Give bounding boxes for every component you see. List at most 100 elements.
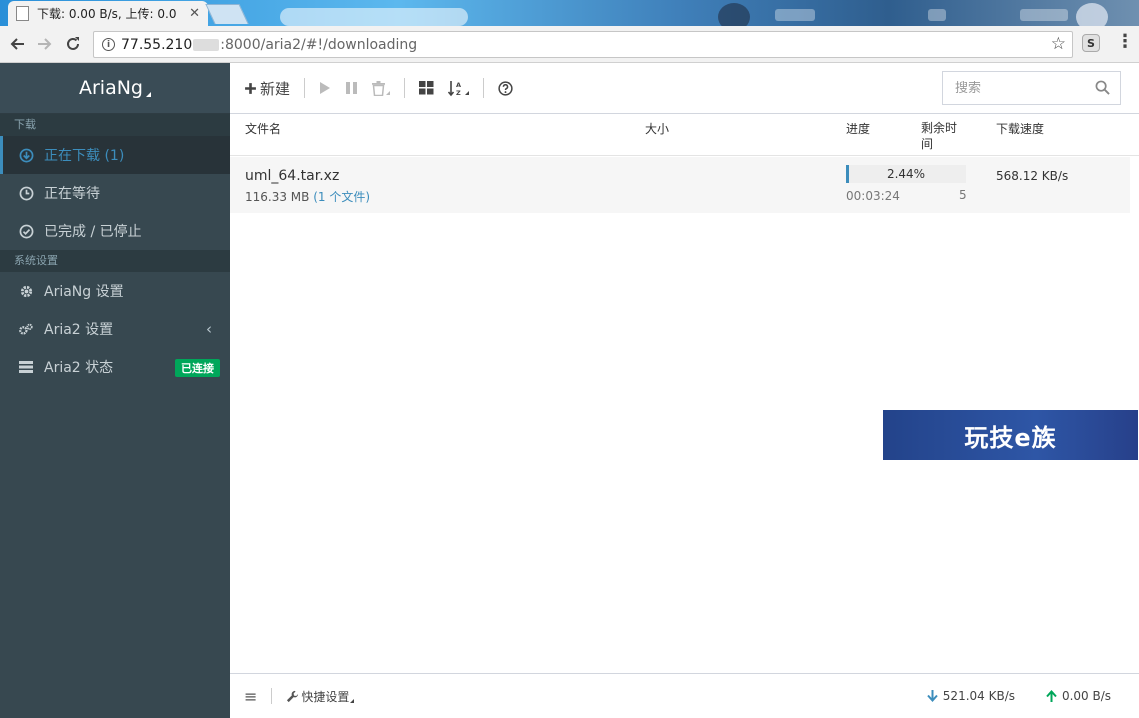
task-progress-bar: 2.44%	[846, 165, 966, 183]
sidebar-item-downloading[interactable]: 正在下载 (1)	[0, 136, 230, 174]
toolbar-divider	[483, 78, 485, 98]
sidebar: AriaNg 下载 正在下载 (1) 正在等待 已完成 / 已停止 系统设置 A…	[0, 63, 230, 718]
help-button[interactable]	[498, 80, 513, 96]
sidebar-item-label: Aria2 设置	[44, 322, 114, 338]
browser-tab[interactable]: 下载: 0.00 B/s, 上传: 0.0 ✕	[8, 1, 208, 26]
select-all-button[interactable]	[419, 81, 434, 95]
browser-tab-bar: 下载: 0.00 B/s, 上传: 0.0 ✕	[0, 0, 1139, 26]
sidebar-item-aria2-status[interactable]: Aria2 状态 已连接	[0, 348, 230, 386]
column-header-size[interactable]: 大小	[645, 120, 669, 137]
sidebar-item-ariang-settings[interactable]: AriaNg 设置	[0, 272, 230, 310]
search-box	[942, 71, 1121, 105]
footer-divider	[271, 688, 273, 704]
blurred-area	[280, 8, 468, 26]
column-header-progress[interactable]: 进度	[846, 120, 870, 137]
extension-icon[interactable]: S	[1082, 34, 1100, 52]
trash-icon	[372, 80, 386, 96]
gears-icon	[18, 321, 34, 337]
delete-button[interactable]	[372, 80, 391, 96]
brand-logo[interactable]: AriaNg	[0, 63, 230, 114]
toolbar: 新建 AZ	[230, 63, 1139, 114]
masked-ip	[193, 38, 220, 51]
search-icon[interactable]	[1095, 80, 1110, 95]
download-speed-value: 521.04 KB/s	[942, 689, 1015, 703]
brand-caret-icon	[146, 91, 151, 97]
quick-settings-label: 快捷设置	[301, 689, 350, 704]
task-files-link[interactable]: (1 个文件)	[313, 190, 370, 204]
sort-alpha-icon: AZ	[448, 80, 461, 97]
sort-button[interactable]: AZ	[448, 80, 470, 97]
url-input[interactable]: i 77.55.210 :8000/aria2/#!/downloading ☆	[93, 31, 1073, 58]
sidebar-item-label: 已完成 / 已停止	[44, 224, 142, 240]
global-upload-speed[interactable]: 0.00 B/s	[1046, 689, 1111, 703]
sidebar-item-label: Aria2 状态	[44, 360, 114, 376]
check-circle-icon	[18, 223, 34, 239]
play-icon	[320, 82, 331, 94]
close-tab-icon[interactable]: ✕	[189, 6, 200, 21]
arrow-down-icon	[927, 690, 938, 702]
section-header-download: 下载	[0, 114, 230, 136]
plus-icon	[245, 82, 256, 94]
browser-menu-icon[interactable]: ⋮	[1116, 32, 1134, 52]
sidebar-item-label: AriaNg 设置	[44, 284, 124, 300]
sidebar-item-label: 正在下载 (1)	[44, 148, 125, 164]
forward-arrow-icon	[38, 38, 52, 50]
toolbar-divider	[304, 78, 306, 98]
reload-icon	[67, 37, 79, 50]
reload-button[interactable]	[62, 33, 84, 55]
task-filename[interactable]: uml_64.tar.xz	[245, 168, 339, 184]
status-badge: 已连接	[175, 359, 220, 377]
question-circle-icon	[498, 80, 513, 96]
new-tab-button[interactable]	[205, 4, 249, 24]
task-elapsed-time: 00:03:24	[846, 189, 900, 203]
server-icon	[18, 359, 34, 375]
footer-bar: ≡ 快捷设置 521.04 KB/s 0.00 B/s	[230, 673, 1139, 718]
search-input[interactable]	[955, 80, 1095, 96]
new-task-button[interactable]: 新建	[244, 78, 290, 99]
upload-speed-value: 0.00 B/s	[1061, 689, 1111, 703]
quick-settings-button[interactable]: 快捷设置	[286, 688, 355, 705]
table-row[interactable]: uml_64.tar.xz 116.33 MB (1 个文件) 2.44% 00…	[230, 157, 1130, 213]
page-favicon-icon	[16, 6, 29, 21]
table-header: 文件名 大小 进度 剩余时间 下载速度	[230, 114, 1139, 156]
pause-button[interactable]	[345, 81, 358, 95]
url-path: :8000/aria2/#!/downloading	[220, 36, 418, 53]
wrench-icon	[287, 690, 299, 702]
pause-icon	[346, 82, 358, 94]
sidebar-item-aria2-settings[interactable]: Aria2 设置 ‹	[0, 310, 230, 348]
menu-icon[interactable]: ≡	[244, 687, 257, 706]
task-download-speed: 568.12 KB/s	[996, 169, 1069, 183]
clock-icon	[18, 185, 34, 201]
blurred-area	[1020, 9, 1068, 21]
global-download-speed[interactable]: 521.04 KB/s	[927, 689, 1015, 703]
sidebar-item-stopped[interactable]: 已完成 / 已停止	[0, 212, 230, 250]
blurred-avatar	[1076, 3, 1108, 26]
chevron-left-icon: ‹	[206, 320, 212, 338]
dropdown-caret-icon	[386, 91, 391, 95]
address-bar-row: i 77.55.210 :8000/aria2/#!/downloading ☆…	[0, 26, 1139, 63]
back-button[interactable]	[6, 33, 28, 55]
brand-name: AriaNg	[78, 77, 143, 99]
download-circle-icon	[18, 147, 34, 163]
sidebar-item-waiting[interactable]: 正在等待	[0, 174, 230, 212]
column-header-speed[interactable]: 下载速度	[996, 120, 1044, 137]
dropdown-caret-icon	[465, 91, 470, 95]
toolbar-divider	[404, 78, 406, 98]
task-connections: 5	[959, 188, 967, 202]
section-header-settings: 系统设置	[0, 250, 230, 272]
column-header-name[interactable]: 文件名	[245, 120, 281, 137]
task-size-value: 116.33 MB	[245, 190, 310, 204]
bookmark-star-icon[interactable]: ☆	[1051, 34, 1066, 54]
url-host: 77.55.210	[121, 36, 193, 53]
new-task-label: 新建	[260, 79, 291, 98]
site-info-icon[interactable]: i	[102, 38, 115, 51]
main-content: 新建 AZ 文件名 大小 进度 剩	[230, 63, 1139, 718]
browser-tab-title: 下载: 0.00 B/s, 上传: 0.0	[37, 7, 177, 21]
start-button[interactable]	[319, 81, 331, 95]
forward-button[interactable]	[34, 33, 56, 55]
grid-icon	[419, 81, 434, 95]
progress-percent: 2.44%	[886, 167, 926, 181]
svg-text:Z: Z	[456, 89, 461, 97]
column-header-remaining[interactable]: 剩余时间	[921, 120, 963, 152]
watermark-logo: 玩技e族	[883, 410, 1138, 460]
